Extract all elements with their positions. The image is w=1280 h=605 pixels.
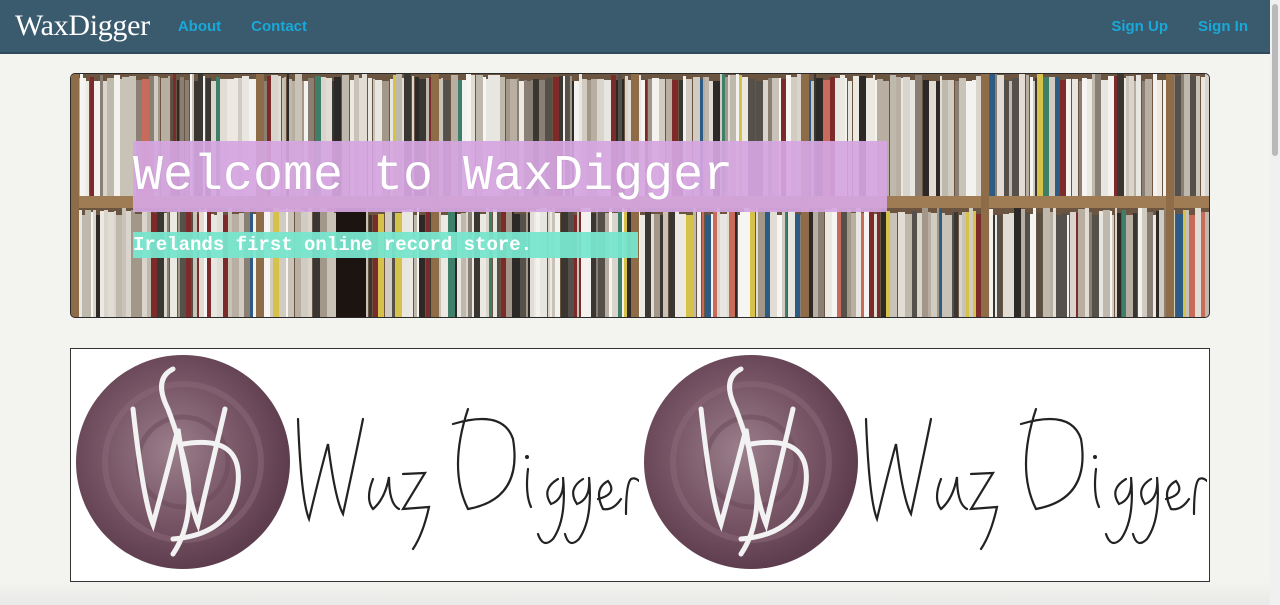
top-navbar: WaxDigger About Contact Sign Up Sign In bbox=[0, 0, 1270, 54]
scrollbar-thumb[interactable] bbox=[1272, 4, 1278, 156]
page-scrollbar[interactable] bbox=[1270, 0, 1280, 605]
hero-jumbotron: Welcome to WaxDigger Irelands first onli… bbox=[70, 73, 1210, 318]
logo-unit-2 bbox=[641, 349, 1207, 581]
nav-contact-link[interactable]: Contact bbox=[251, 18, 307, 35]
page-bottom-fade bbox=[0, 582, 1270, 605]
logo-banner bbox=[70, 348, 1210, 582]
nav-right-group: Sign Up Sign In bbox=[1111, 18, 1270, 35]
wax-digger-logo-image bbox=[76, 355, 639, 569]
logo-unit-1 bbox=[73, 349, 639, 581]
nav-about-link[interactable]: About bbox=[178, 18, 221, 35]
brand-logo[interactable]: WaxDigger bbox=[15, 9, 150, 43]
sign-up-link[interactable]: Sign Up bbox=[1111, 18, 1168, 35]
wax-digger-logo-image bbox=[644, 355, 1207, 569]
sign-in-link[interactable]: Sign In bbox=[1198, 18, 1248, 35]
hero-title: Welcome to WaxDigger bbox=[133, 141, 887, 212]
hero-subtitle: Irelands first online record store. bbox=[133, 232, 638, 258]
